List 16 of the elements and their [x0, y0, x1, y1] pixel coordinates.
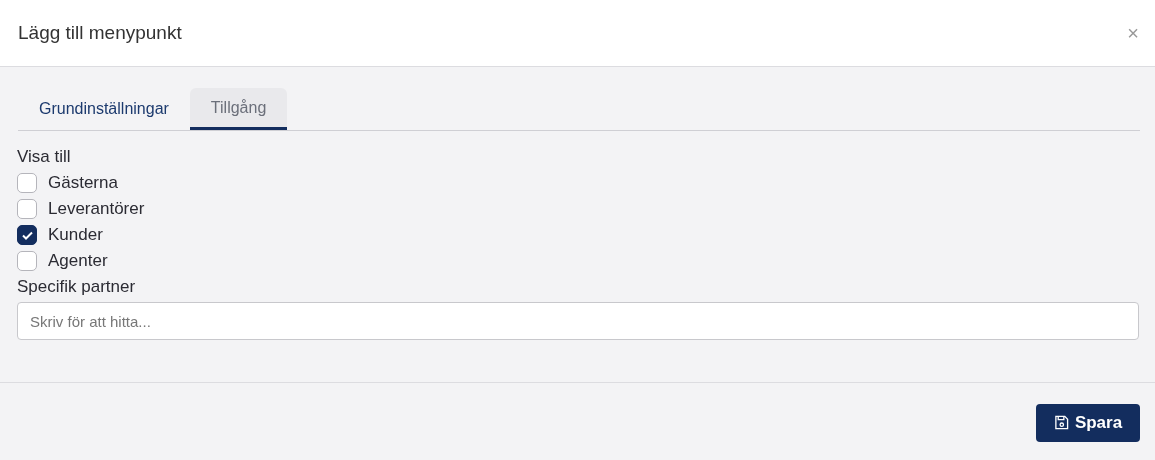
- dialog-title: Lägg till menypunkt: [18, 20, 182, 45]
- checkbox[interactable]: [17, 251, 37, 271]
- checkbox-label: Leverantörer: [48, 198, 145, 221]
- tab[interactable]: Tillgång: [189, 88, 288, 130]
- checkbox-label: Kunder: [48, 224, 103, 247]
- tab[interactable]: Grundinställningar: [18, 88, 190, 130]
- checkbox[interactable]: [17, 199, 37, 219]
- section-label: Visa till: [17, 146, 72, 168]
- search-field[interactable]: Skriv för att hitta...: [17, 302, 1139, 340]
- checkbox[interactable]: [17, 225, 37, 245]
- checkbox-label: Agenter: [48, 250, 108, 273]
- checkbox[interactable]: [17, 173, 37, 193]
- check-icon: [21, 230, 33, 240]
- checkbox-label: Gästerna: [48, 172, 118, 195]
- save-button[interactable]: Spara: [1036, 403, 1140, 442]
- field-label: Specifik partner: [17, 276, 137, 298]
